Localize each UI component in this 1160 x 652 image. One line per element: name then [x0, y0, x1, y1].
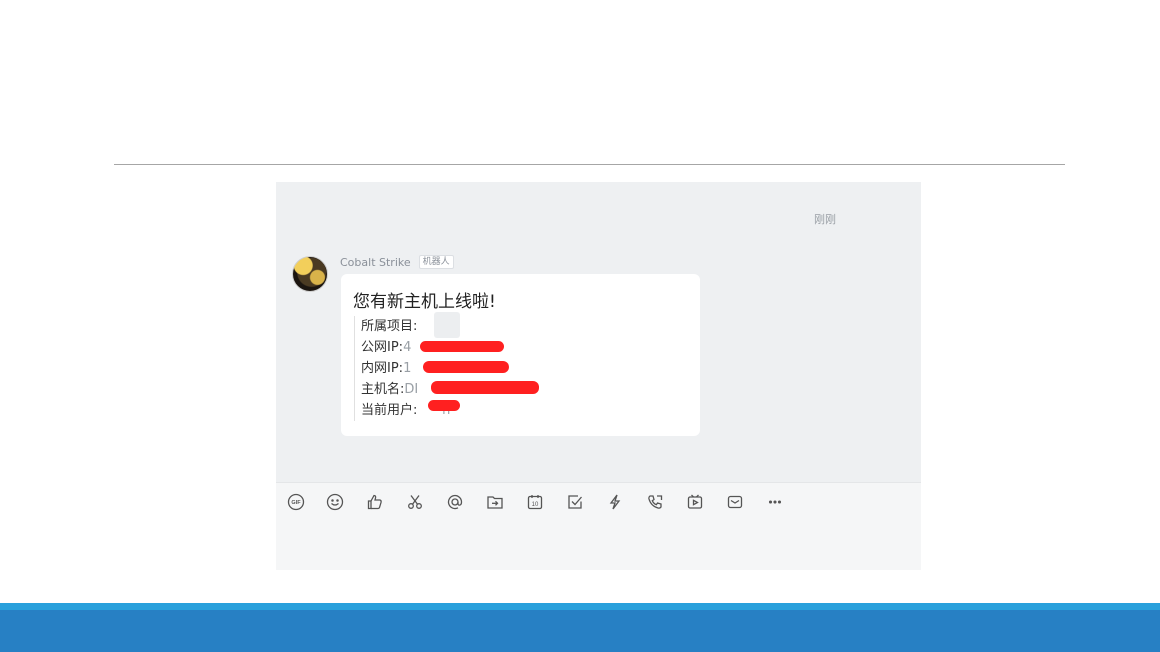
message-bubble[interactable]: 您有新主机上线啦! 所属项目: 公网IP:4 内网IP:1 77 主机名:DI … [341, 274, 700, 436]
folder-send-icon[interactable] [484, 491, 506, 513]
divider-line [114, 164, 1065, 165]
message-toolbar: GIF 10 [276, 482, 921, 570]
video-icon[interactable] [684, 491, 706, 513]
message-timestamp: 刚刚 [814, 213, 836, 226]
phone-icon[interactable] [644, 491, 666, 513]
footer-bar [0, 603, 1160, 652]
bot-badge: 机器人 [418, 255, 454, 269]
field-label: 内网IP: [361, 361, 404, 376]
field-value: 4 [403, 340, 412, 355]
checkbox-icon[interactable] [564, 491, 586, 513]
redaction-mark [423, 361, 509, 373]
sender-row: Cobalt Strike 机器人 [340, 255, 454, 269]
sender-name[interactable]: Cobalt Strike [340, 256, 411, 269]
gif-icon[interactable]: GIF [285, 491, 307, 513]
footer-accent-strip [0, 603, 1160, 610]
field-label: 当前用户: [361, 403, 418, 418]
calendar-icon[interactable]: 10 [524, 491, 546, 513]
svg-text:GIF: GIF [291, 500, 301, 506]
mail-icon[interactable] [724, 491, 746, 513]
thumbs-up-icon[interactable] [364, 491, 386, 513]
field-label: 所属项目: [361, 319, 418, 334]
redaction-mark [431, 381, 539, 394]
message-title: 您有新主机上线啦! [353, 292, 496, 312]
redaction-mark [428, 400, 460, 411]
svg-text:10: 10 [532, 502, 539, 508]
blur-mask [434, 312, 460, 338]
more-icon[interactable] [764, 491, 786, 513]
field-label: 主机名: [361, 382, 405, 397]
emoji-icon[interactable] [324, 491, 346, 513]
scissors-icon[interactable] [404, 491, 426, 513]
chat-window: 刚刚 Cobalt Strike 机器人 您有新主机上线啦! 所属项目: 公网I… [276, 182, 921, 570]
avatar[interactable] [292, 256, 328, 292]
lightning-icon[interactable] [604, 491, 626, 513]
at-icon[interactable] [444, 491, 466, 513]
field-label: 公网IP: [361, 340, 404, 355]
redaction-mark [420, 341, 504, 352]
